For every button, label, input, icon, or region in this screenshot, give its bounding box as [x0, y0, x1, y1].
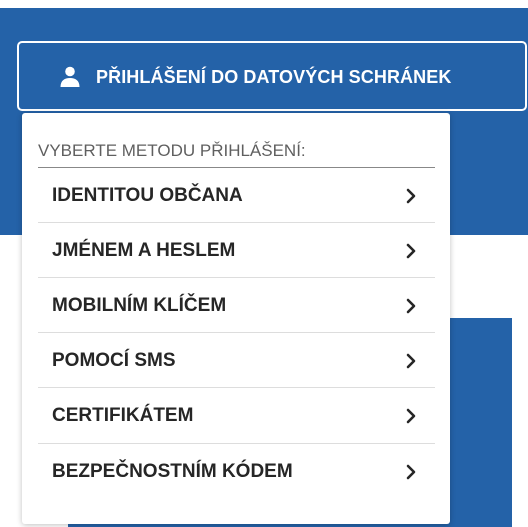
- menu-item-certifikatem[interactable]: CERTIFIKÁTEM: [38, 388, 435, 442]
- login-method-dropdown: VYBERTE METODU PŘIHLÁŠENÍ: IDENTITOU OBČ…: [22, 113, 450, 524]
- chevron-right-icon: [406, 243, 416, 259]
- login-datove-schranky-button[interactable]: PŘIHLÁŠENÍ DO DATOVÝCH SCHRÁNEK: [17, 41, 527, 111]
- chevron-right-icon: [406, 188, 416, 204]
- menu-item-label: MOBILNÍM KLÍČEM: [52, 295, 227, 316]
- menu-item-label: CERTIFIKÁTEM: [52, 405, 194, 426]
- menu-item-label: POMOCÍ SMS: [52, 350, 176, 371]
- person-icon: [60, 66, 80, 87]
- dropdown-heading: VYBERTE METODU PŘIHLÁŠENÍ:: [38, 141, 306, 160]
- menu-item-label: JMÉNEM A HESLEM: [52, 240, 236, 261]
- menu-item-identitou-obcana[interactable]: IDENTITOU OBČANA: [38, 168, 435, 222]
- menu-item-label: BEZPEČNOSTNÍM KÓDEM: [52, 461, 293, 482]
- menu-item-label: IDENTITOU OBČANA: [52, 185, 243, 206]
- chevron-right-icon: [406, 298, 416, 314]
- menu-item-jmenem-a-heslem[interactable]: JMÉNEM A HESLEM: [38, 223, 435, 277]
- chevron-right-icon: [406, 408, 416, 424]
- menu-item-bezpecnostnim-kodem[interactable]: BEZPEČNOSTNÍM KÓDEM: [38, 444, 435, 498]
- login-button-label: PŘIHLÁŠENÍ DO DATOVÝCH SCHRÁNEK: [96, 67, 452, 87]
- chevron-right-icon: [406, 353, 416, 369]
- menu-item-mobilnim-klicem[interactable]: MOBILNÍM KLÍČEM: [38, 278, 435, 332]
- chevron-right-icon: [406, 464, 416, 480]
- menu-item-pomoci-sms[interactable]: POMOCÍ SMS: [38, 333, 435, 387]
